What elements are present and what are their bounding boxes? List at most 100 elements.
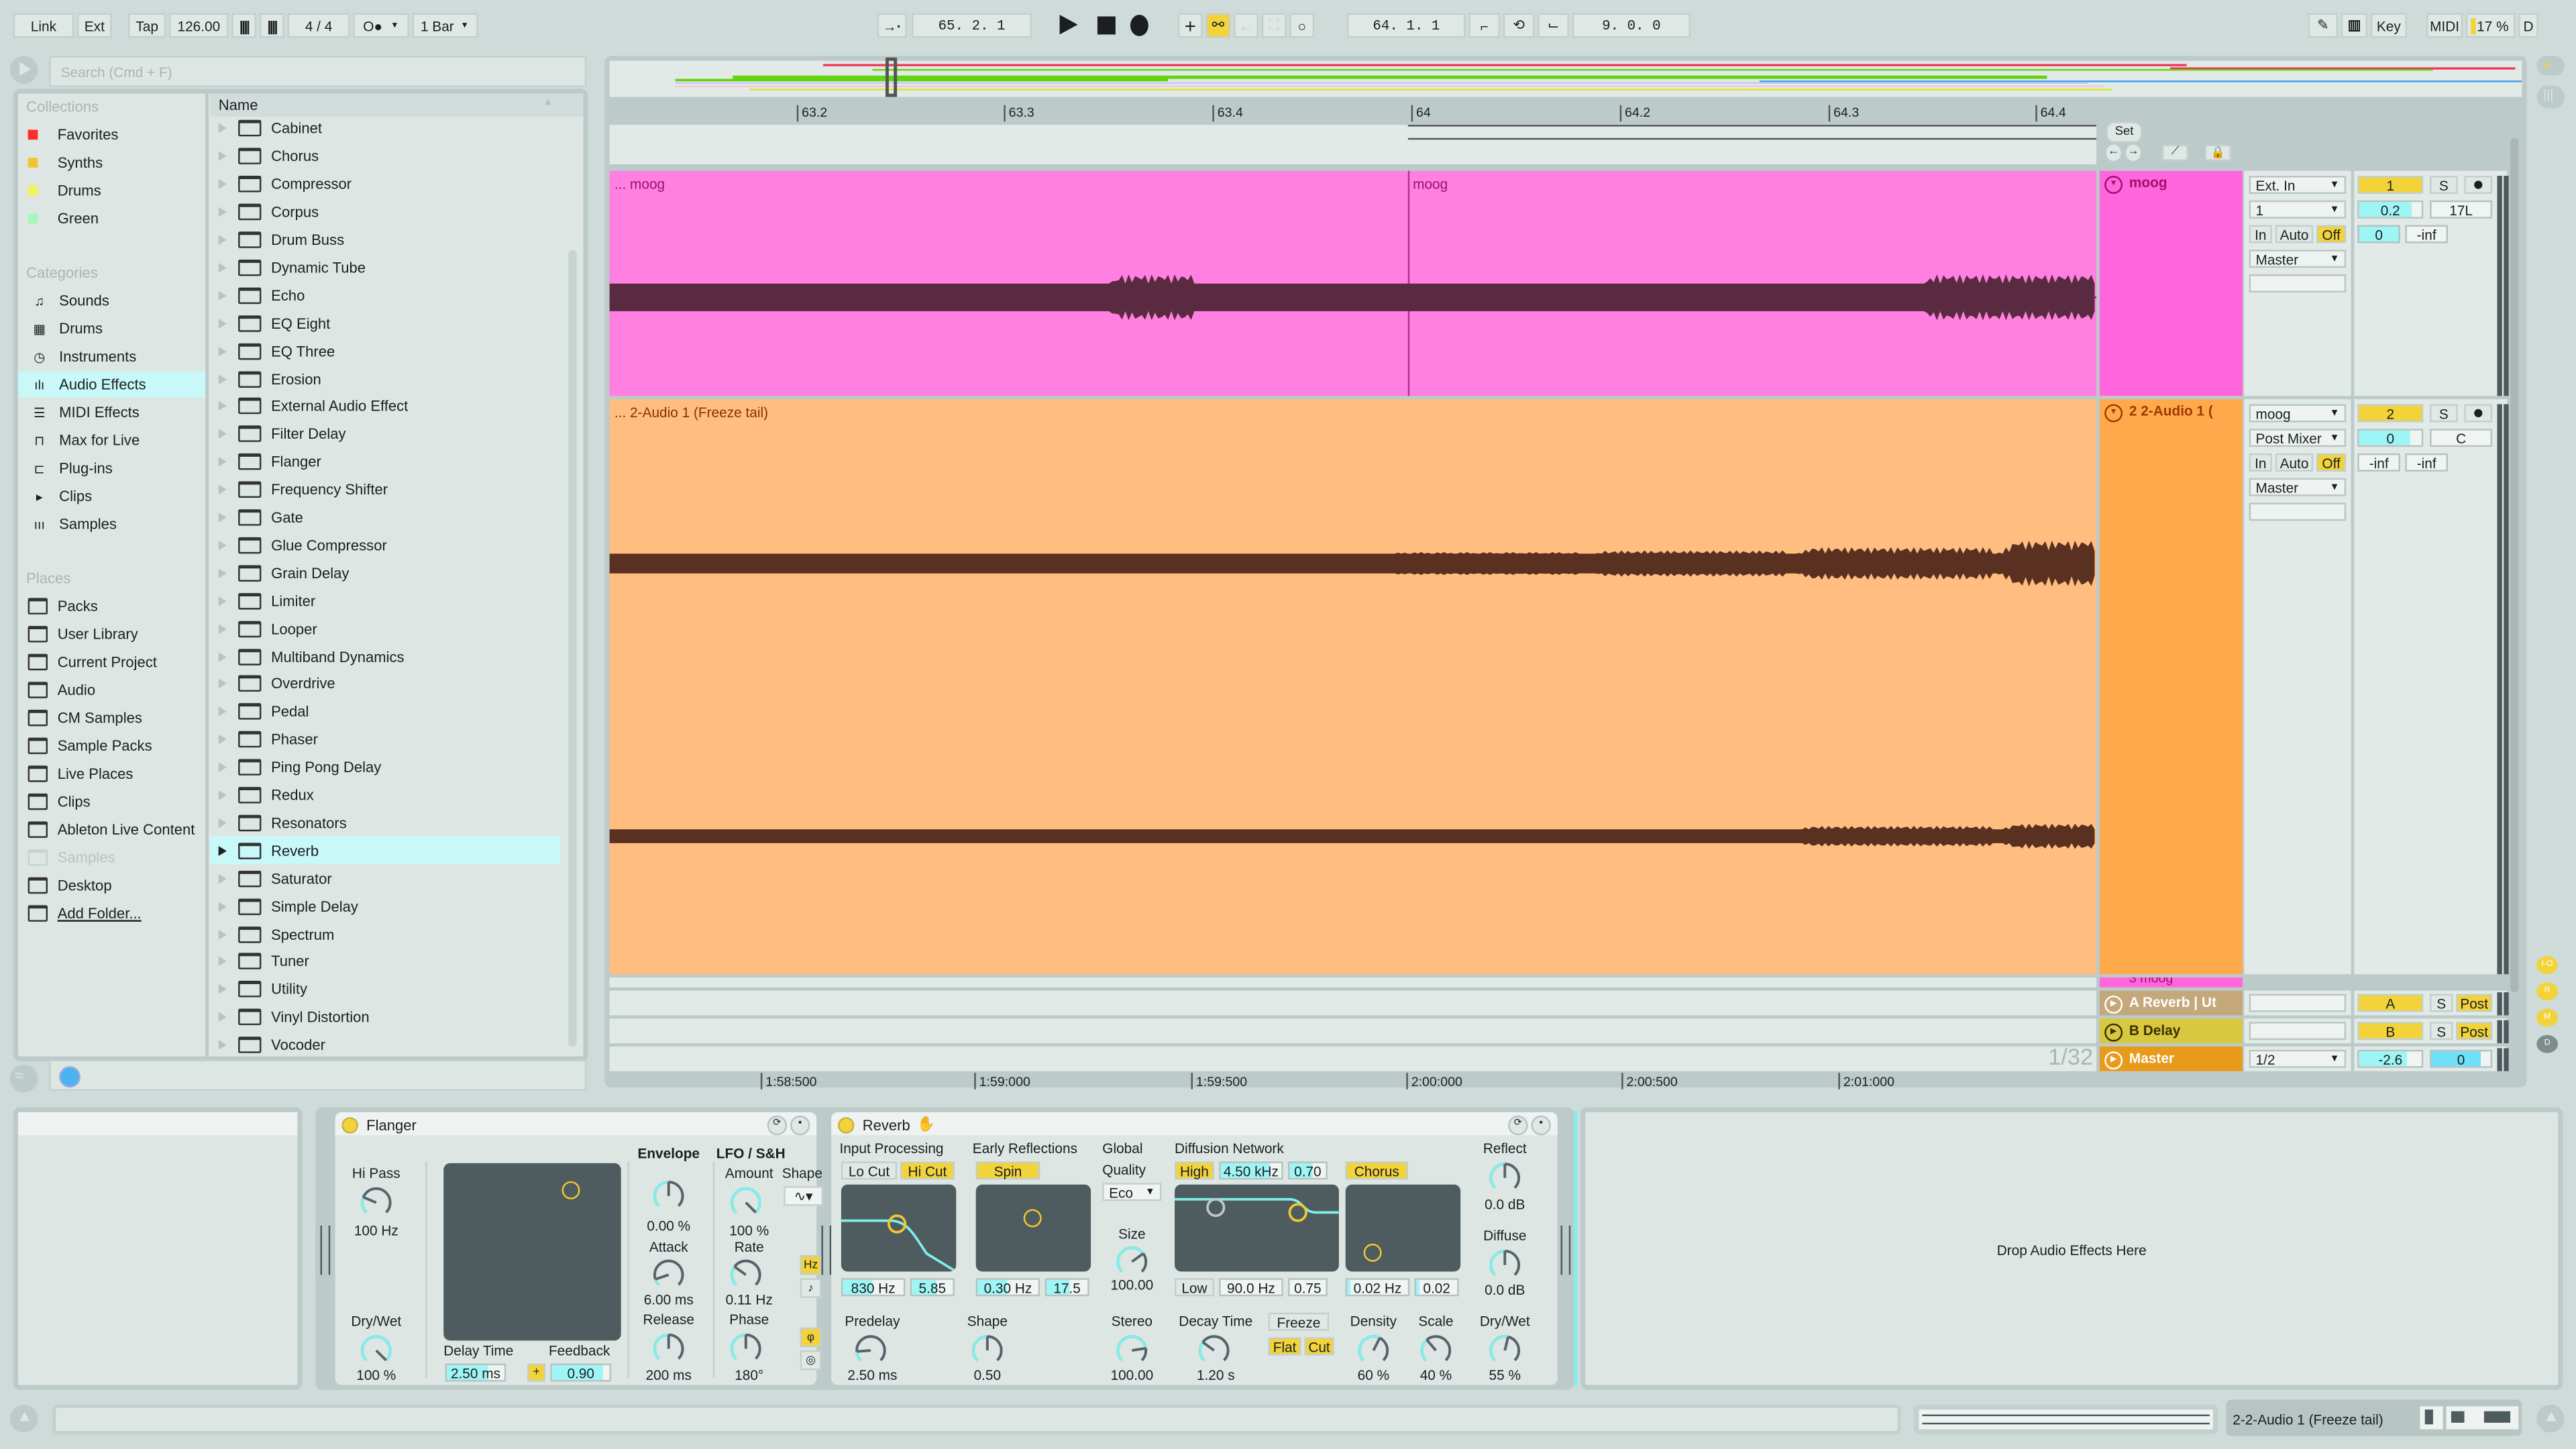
collection-item[interactable]: Favorites — [18, 121, 118, 148]
delay-time-field[interactable]: 2.50 ms — [445, 1363, 506, 1382]
hot-swap-icon[interactable]: ⟳ — [767, 1115, 788, 1136]
high-q-field[interactable]: 0.70 — [1288, 1161, 1328, 1180]
sidebar-item-place[interactable]: Current Project — [18, 649, 157, 675]
sidebar-item-audio-effects[interactable]: ılı Audio Effects — [17, 371, 206, 398]
freeze-button[interactable]: Freeze — [1268, 1312, 1330, 1331]
scale-knob[interactable] — [1417, 1332, 1454, 1368]
browser-list-item[interactable]: Spectrum — [210, 920, 560, 948]
browser-toggle-button[interactable] — [9, 56, 38, 84]
arrangement-scrollbar[interactable] — [2510, 138, 2519, 993]
sidebar-item-place[interactable]: Samples — [18, 845, 115, 871]
spin-mode-button[interactable]: ◎ — [800, 1350, 822, 1371]
arrangement-view-button[interactable]: ≡ — [2536, 56, 2565, 76]
track-name[interactable]: moog — [2129, 174, 2241, 191]
browser-list-item[interactable]: Multiband Dynamics — [210, 643, 560, 670]
computer-midi-keyboard-button[interactable]: ▥ — [2341, 13, 2368, 38]
time-signature-field[interactable]: 4 / 4 — [287, 13, 350, 38]
tempo-field[interactable]: 126.00 — [169, 13, 229, 38]
browser-search-input[interactable]: Search (Cmd + F) — [49, 56, 587, 87]
track-header[interactable]: ▼ moog — [2099, 170, 2243, 396]
flat-button[interactable]: Flat — [1268, 1337, 1301, 1356]
save-preset-icon[interactable]: ▪ — [1531, 1115, 1551, 1136]
expand-triangle-icon[interactable] — [218, 679, 227, 690]
expand-triangle-icon[interactable] — [218, 484, 227, 495]
lfo-rate-knob[interactable] — [728, 1256, 764, 1293]
expand-triangle-icon[interactable] — [218, 623, 227, 634]
expand-triangle-icon[interactable] — [218, 540, 227, 551]
reflect-knob[interactable] — [1487, 1160, 1523, 1196]
browser-list-item[interactable]: Chorus — [210, 143, 560, 170]
hi-pass-knob[interactable] — [358, 1185, 394, 1221]
low-shelf-button[interactable]: Low — [1175, 1278, 1214, 1297]
set-locator-button[interactable]: Set — [2106, 121, 2143, 144]
volume-field[interactable]: 0 — [2357, 429, 2424, 447]
sidebar-item-midi-effects[interactable]: ☰ MIDI Effects — [18, 399, 205, 425]
diffusion-graph[interactable] — [1175, 1184, 1339, 1272]
loop-bar[interactable] — [609, 125, 2096, 164]
toggle-m-button[interactable]: M — [2536, 1008, 2559, 1027]
automation-edit-button[interactable]: ⟋ — [2161, 144, 2189, 162]
browser-list-item[interactable]: Saturator — [210, 865, 560, 892]
monitor-auto-button[interactable]: Auto — [2275, 225, 2314, 244]
play-icon[interactable] — [1059, 15, 1078, 35]
sidebar-item-place[interactable]: Clips — [18, 789, 91, 815]
master-track-header[interactable]: ▶ Master — [2099, 1046, 2243, 1071]
browser-scrollbar[interactable] — [568, 250, 577, 1047]
er-rate-field[interactable]: 0.30 Hz — [975, 1278, 1040, 1297]
master-volume-field[interactable]: -2.6 — [2357, 1049, 2424, 1068]
nudge-up-button[interactable]: |||| — [259, 13, 284, 38]
polarity-button[interactable]: + — [527, 1363, 546, 1382]
return-b-lane[interactable] — [609, 1018, 2096, 1044]
next-locator-button[interactable]: → — [2126, 144, 2141, 162]
sidebar-item-place[interactable]: User Library — [18, 621, 138, 647]
browser-list-item[interactable]: Overdrive — [210, 670, 560, 698]
browser-list-item[interactable]: Vinyl Distortion — [210, 1004, 560, 1031]
expand-triangle-icon[interactable] — [218, 1012, 227, 1022]
save-preset-icon[interactable]: ▪ — [790, 1115, 810, 1136]
lo-cut-button[interactable]: Lo Cut — [841, 1161, 898, 1180]
back-to-arrangement-button[interactable]: ← — [1234, 13, 1258, 38]
expand-triangle-icon[interactable] — [218, 818, 227, 828]
sidebar-item-place[interactable]: Desktop — [18, 872, 112, 898]
session-record-button[interactable]: ○ — [1289, 13, 1315, 38]
high-shelf-button[interactable]: High — [1175, 1161, 1214, 1180]
expand-triangle-icon[interactable] — [218, 1040, 227, 1051]
send-b-field[interactable]: -inf — [2405, 453, 2449, 472]
er-amount-field[interactable]: 17.5 — [1044, 1278, 1089, 1297]
punch-out-button[interactable]: ⌙ — [1538, 13, 1569, 38]
expand-triangle-icon[interactable] — [218, 845, 227, 856]
pre-post-button[interactable]: Post — [2456, 1022, 2493, 1040]
monitor-in-button[interactable]: In — [2249, 453, 2272, 472]
browser-list-item[interactable]: Flanger — [210, 448, 560, 476]
browser-list-item[interactable]: Filter Delay — [210, 421, 560, 448]
previous-locator-button[interactable]: ← — [2106, 144, 2121, 162]
expand-triangle-icon[interactable] — [218, 290, 227, 301]
input-type-dropdown[interactable]: Ext. In ▼ — [2249, 176, 2347, 194]
solo-button[interactable]: S — [2430, 994, 2453, 1012]
follow-button[interactable]: →· — [877, 13, 907, 38]
browser-list-item[interactable]: Tuner — [210, 948, 560, 975]
browser-list-item[interactable]: Limiter — [210, 587, 560, 614]
expand-triangle-icon[interactable] — [218, 123, 227, 134]
volume-field[interactable]: 0.2 — [2357, 200, 2424, 219]
cut-button[interactable]: Cut — [1304, 1337, 1334, 1356]
chorus-graph[interactable] — [1345, 1184, 1461, 1272]
midi-map-button[interactable]: MIDI — [2426, 13, 2463, 38]
overdub-button[interactable]: + — [1177, 13, 1203, 38]
expand-triangle-icon[interactable] — [218, 513, 227, 523]
song-position-field[interactable]: 65. 2. 1 — [912, 13, 1032, 38]
output-channel-field[interactable] — [2249, 274, 2347, 292]
expand-triangle-icon[interactable] — [218, 762, 227, 773]
toggle-d-button[interactable]: D — [2536, 1034, 2559, 1053]
sidebar-item-max-for-live[interactable]: ⊓ Max for Live — [18, 427, 205, 453]
sidebar-item-instruments[interactable]: ◷ Instruments — [18, 343, 205, 370]
return-track-header[interactable]: ▶ A Reverb | Ut — [2099, 990, 2243, 1016]
browser-list-item[interactable]: Grain Delay — [210, 559, 560, 587]
solo-button[interactable]: S — [2430, 404, 2458, 423]
expand-triangle-icon[interactable] — [218, 374, 227, 384]
stereo-knob[interactable] — [1114, 1332, 1150, 1368]
time-ruler[interactable]: 1:58:500 1:59:000 1:59:500 2:00:000 2:00:500… — [610, 1073, 2096, 1089]
master-lane[interactable]: 1/32 — [609, 1043, 2096, 1071]
browser-list-item[interactable]: EQ Eight — [210, 309, 560, 337]
expand-triangle-icon[interactable] — [218, 401, 227, 412]
